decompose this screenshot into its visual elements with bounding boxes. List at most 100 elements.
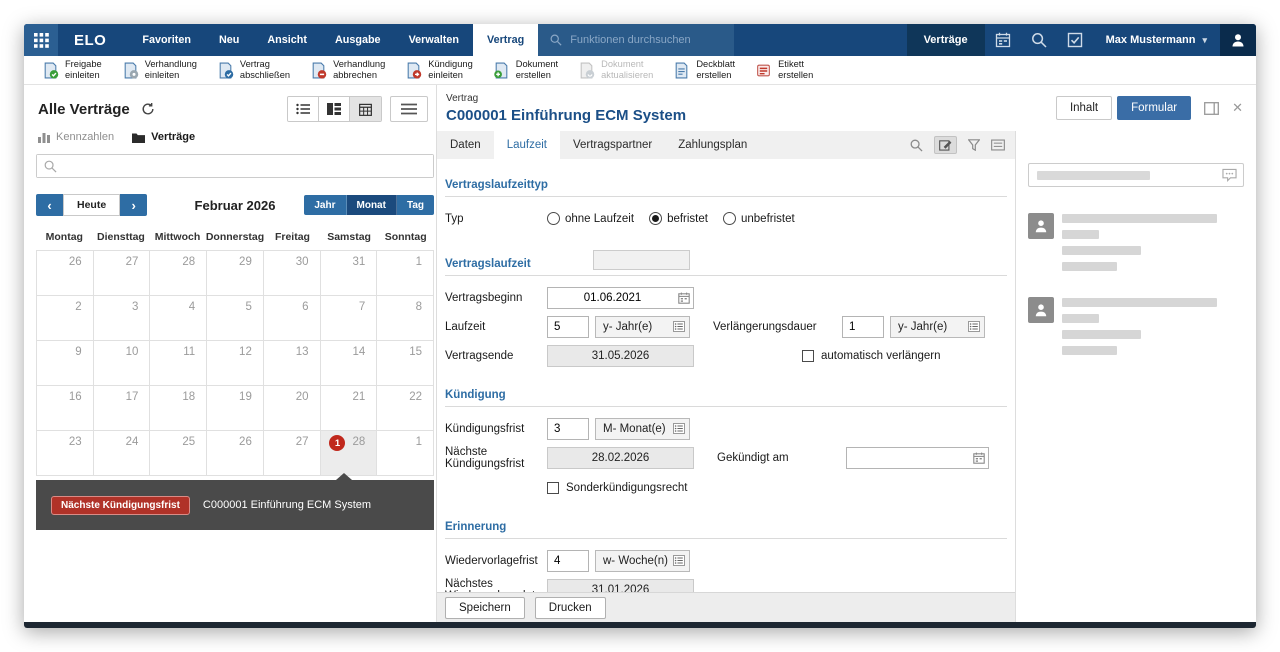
app-grid-icon[interactable]: [24, 24, 58, 56]
wiedervorlagefrist-input[interactable]: [547, 550, 589, 572]
ribbon-dokument-erstellen[interactable]: Dokumenterstellen: [483, 56, 568, 84]
calendar-day-28-selected[interactable]: 1 28: [321, 431, 378, 476]
ribbon-freigabe-einleiten[interactable]: Freigabeeinleiten: [32, 56, 112, 84]
calendar-day[interactable]: 29: [207, 251, 264, 296]
user-avatar-button[interactable]: [1220, 24, 1256, 56]
tab-vertraege[interactable]: Verträge: [132, 131, 195, 143]
feed-entry[interactable]: [1028, 213, 1244, 271]
sidebar-search-input[interactable]: [37, 155, 433, 177]
calendar-day[interactable]: 14: [321, 341, 378, 386]
form-view-icon[interactable]: [991, 139, 1005, 151]
menu-neu[interactable]: Neu: [205, 24, 253, 56]
verlaengerungsdauer-input[interactable]: [842, 316, 884, 338]
save-button[interactable]: Speichern: [445, 597, 525, 619]
calendar-day[interactable]: 16: [37, 386, 94, 431]
calendar-day[interactable]: 21: [321, 386, 378, 431]
gekuendigt-am-input[interactable]: [847, 448, 988, 468]
feed-entry[interactable]: [1028, 297, 1244, 355]
maximize-panel-icon[interactable]: [1204, 102, 1219, 115]
radio-unbefristet[interactable]: unbefristet: [723, 212, 795, 225]
deadline-contract-link[interactable]: C000001 Einführung ECM System: [203, 499, 371, 511]
calendar-day[interactable]: 17: [94, 386, 151, 431]
radio-befristet-checked[interactable]: befristet: [649, 212, 708, 225]
calendar-day[interactable]: 2: [37, 296, 94, 341]
ribbon-kuendigung-einleiten[interactable]: Kündigungeinleiten: [395, 56, 482, 84]
calendar-day[interactable]: 4: [150, 296, 207, 341]
menu-ausgabe[interactable]: Ausgabe: [321, 24, 395, 56]
menu-ansicht[interactable]: Ansicht: [253, 24, 321, 56]
calendar-next-button[interactable]: ›: [120, 194, 147, 216]
split-view-button[interactable]: [319, 97, 350, 121]
search-icon[interactable]: [910, 139, 923, 152]
tasks-button[interactable]: [1057, 24, 1093, 56]
calendar-day[interactable]: 25: [150, 431, 207, 476]
auto-verlaengern-checkbox[interactable]: [802, 350, 814, 362]
radio-icon[interactable]: [723, 212, 736, 225]
calendar-day[interactable]: 3: [94, 296, 151, 341]
ribbon-verhandlung-einleiten[interactable]: Verhandlungeinleiten: [112, 56, 207, 84]
workspace-button[interactable]: Verträge: [907, 24, 985, 56]
calendar-day[interactable]: 15: [377, 341, 434, 386]
ribbon-etikett-erstellen[interactable]: Etiketterstellen: [745, 56, 823, 84]
calendar-event-popup[interactable]: Nächste Kündigungsfrist C000001 Einführu…: [36, 480, 434, 530]
ribbon-deckblatt-erstellen[interactable]: Deckblatterstellen: [663, 56, 745, 84]
calendar-day[interactable]: 26: [37, 251, 94, 296]
elo-calendar-button[interactable]: [985, 24, 1021, 56]
gekuendigt-am-field[interactable]: [846, 447, 989, 469]
close-icon[interactable]: ✕: [1232, 100, 1243, 116]
sidebar-search[interactable]: [36, 154, 434, 178]
today-button[interactable]: Heute: [63, 194, 120, 216]
edit-mode-icon-active[interactable]: [934, 136, 957, 154]
calendar-day[interactable]: 23: [37, 431, 94, 476]
calendar-day[interactable]: 8: [377, 296, 434, 341]
laufzeit-unit-select[interactable]: y- Jahr(e): [595, 316, 690, 338]
filter-icon[interactable]: [968, 139, 980, 151]
inhalt-button[interactable]: Inhalt: [1056, 96, 1112, 120]
laufzeit-input[interactable]: [547, 316, 589, 338]
tab-kennzahlen[interactable]: Kennzahlen: [38, 131, 114, 143]
wiedervorlagefrist-unit-select[interactable]: w- Woche(n): [595, 550, 690, 572]
calendar-day[interactable]: 6: [264, 296, 321, 341]
calendar-day[interactable]: 24: [94, 431, 151, 476]
list-view-button[interactable]: [288, 97, 319, 121]
calendar-day[interactable]: 13: [264, 341, 321, 386]
calendar-day[interactable]: 5: [207, 296, 264, 341]
formular-button[interactable]: Formular: [1117, 96, 1191, 120]
function-search[interactable]: Funktionen durchsuchen: [538, 24, 734, 56]
ribbon-verhandlung-abbrechen[interactable]: Verhandlungabbrechen: [300, 56, 395, 84]
tab-zahlungsplan[interactable]: Zahlungsplan: [665, 131, 760, 159]
datepicker-icon[interactable]: [678, 292, 690, 307]
calendar-day[interactable]: 28: [150, 251, 207, 296]
calendar-day[interactable]: 30: [264, 251, 321, 296]
menu-verwalten[interactable]: Verwalten: [395, 24, 473, 56]
tab-daten[interactable]: Daten: [437, 131, 494, 159]
calendar-day[interactable]: 18: [150, 386, 207, 431]
calendar-day[interactable]: 1: [377, 431, 434, 476]
calendar-day[interactable]: 22: [377, 386, 434, 431]
datepicker-icon[interactable]: [973, 452, 985, 467]
tab-laufzeit-active[interactable]: Laufzeit: [494, 131, 560, 159]
global-search-button[interactable]: [1021, 24, 1057, 56]
sonderkuendigungsrecht-checkbox[interactable]: [547, 482, 559, 494]
calendar-view-button[interactable]: [350, 97, 381, 121]
calendar-day[interactable]: 12: [207, 341, 264, 386]
sidebar-menu-button[interactable]: [390, 96, 428, 122]
calendar-day[interactable]: 10: [94, 341, 151, 386]
verlaengerung-unit-select[interactable]: y- Jahr(e): [890, 316, 985, 338]
calendar-day[interactable]: 11: [150, 341, 207, 386]
menu-vertrag-active[interactable]: Vertrag: [473, 24, 538, 56]
feed-comment-input[interactable]: [1028, 163, 1244, 187]
kuendigungsfrist-unit-select[interactable]: M- Monat(e): [595, 418, 690, 440]
ribbon-vertrag-abschliessen[interactable]: Vertragabschließen: [207, 56, 300, 84]
vertragsbeginn-field[interactable]: [547, 287, 694, 309]
calendar-day[interactable]: 26: [207, 431, 264, 476]
calendar-day[interactable]: 20: [264, 386, 321, 431]
view-monat-button[interactable]: Monat: [347, 195, 397, 215]
calendar-day[interactable]: 27: [94, 251, 151, 296]
kuendigungsfrist-input[interactable]: [547, 418, 589, 440]
radio-icon[interactable]: [547, 212, 560, 225]
tab-vertragspartner[interactable]: Vertragspartner: [560, 131, 665, 159]
view-tag-button[interactable]: Tag: [397, 195, 434, 215]
user-menu[interactable]: Max Mustermann ▾: [1093, 34, 1220, 46]
event-count-badge[interactable]: 1: [329, 435, 345, 451]
